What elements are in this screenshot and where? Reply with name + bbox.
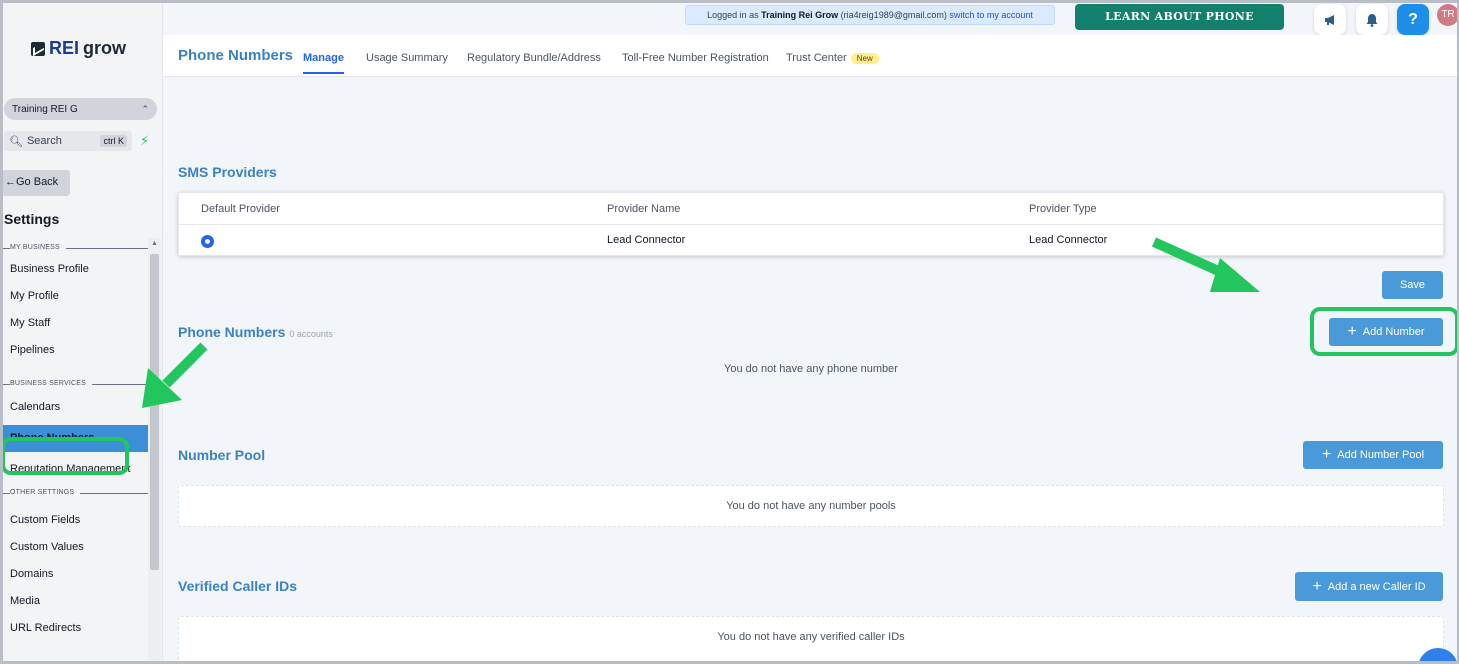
add-caller-id-button[interactable]: + Add a new Caller ID [1295,572,1443,601]
tab-regulatory-bundle[interactable]: Regulatory Bundle/Address [467,52,601,64]
sidebar-scrollbar[interactable]: ▲ [148,238,161,664]
sidebar: REI grow Training REI G ⌃ 🔍︎ Search ctrl … [0,0,163,664]
logged-in-banner: Logged in as Training Rei Grow (ria4reig… [685,5,1055,25]
add-number-button[interactable]: + Add Number [1329,318,1443,346]
phone-numbers-count: 0 accounts [289,329,333,339]
sidebar-item-phone-numbers[interactable]: Phone Numbers [0,425,148,452]
nav-section-my-business: MY BUSINESS [0,240,148,256]
tab-trust-center[interactable]: Trust Center New [786,52,879,64]
logo-rei-text: REI [49,38,80,58]
tab-usage-summary[interactable]: Usage Summary [366,52,448,64]
col-default-provider: Default Provider [201,203,280,215]
settings-nav: MY BUSINESS Business Profile My Profile … [0,240,148,642]
tab-trust-center-label: Trust Center [786,52,847,64]
sidebar-item-calendars[interactable]: Calendars [0,394,148,421]
sidebar-item-custom-values[interactable]: Custom Values [0,534,148,561]
go-back-label: Go Back [16,176,59,188]
number-pool-empty-text: You do not have any number pools [726,500,896,512]
page-title: Phone Numbers [178,47,294,64]
save-button[interactable]: Save [1382,271,1443,299]
settings-title: Settings [4,211,60,227]
sidebar-item-my-staff[interactable]: My Staff [0,310,148,337]
sidebar-item-pipelines[interactable]: Pipelines [0,337,148,364]
bolt-icon[interactable]: ⚡︎ [140,133,149,149]
logged-in-email: (ria4reig1989@gmail.com) [840,10,947,20]
number-pool-title: Number Pool [178,447,266,463]
plus-icon: + [1321,446,1332,463]
sidebar-scroll-thumb[interactable] [150,254,159,570]
logo-chart-icon [31,41,45,56]
switch-account-link[interactable]: switch to my account [949,10,1033,20]
account-switcher[interactable]: Training REI G ⌃ [4,98,157,120]
plus-icon: + [1347,323,1357,340]
tab-toll-free-registration[interactable]: Toll-Free Number Registration [622,52,769,64]
brand-logo[interactable]: REI grow [31,38,126,59]
tab-manage[interactable]: Manage [303,52,344,74]
search-shortcut-badge: ctrl K [100,135,127,147]
go-back-button[interactable]: ←Go Back [2,170,70,196]
bell-icon [1366,13,1378,27]
nav-section-other-settings: OTHER SETTINGS [0,485,148,501]
arrow-left-icon: ← [5,176,16,188]
help-icon: ? [1408,10,1418,28]
help-button[interactable]: ? [1397,4,1429,35]
search-icon: 🔍︎ [9,135,23,148]
sidebar-item-business-profile[interactable]: Business Profile [0,256,148,283]
account-name: Training REI G [12,103,78,115]
sidebar-item-domains[interactable]: Domains [0,561,148,588]
number-pool-empty-card: You do not have any number pools [178,485,1444,527]
sidebar-item-custom-fields[interactable]: Custom Fields [0,507,148,534]
learn-phone-numbers-button[interactable]: LEARN ABOUT PHONE NUMBERS [1075,4,1284,49]
sidebar-item-url-redirects[interactable]: URL Redirects [0,615,148,642]
caller-ids-empty-text: You do not have any verified caller IDs [717,631,905,643]
page-subnav: Phone Numbers Manage Usage Summary Regul… [163,35,1459,77]
phone-numbers-empty-text: You do not have any phone number [724,363,898,375]
col-provider-type: Provider Type [1029,203,1097,215]
sms-providers-title: SMS Providers [178,164,277,180]
nav-section-business-services: BUSINESS SERVICES [0,376,148,392]
add-number-pool-button[interactable]: + Add Number Pool [1303,441,1443,469]
logged-in-name: Training Rei Grow [761,10,839,20]
logo-grow-text: grow [83,38,127,58]
plus-icon: + [1312,577,1322,595]
sidebar-item-my-profile[interactable]: My Profile [0,283,148,310]
provider-name-cell: Lead Connector [607,234,686,246]
provider-type-cell: Lead Connector [1029,234,1108,246]
megaphone-icon [1325,14,1334,25]
sidebar-item-reputation-management[interactable]: Reputation Management [0,456,148,483]
announcements-button[interactable] [1314,4,1346,35]
sms-providers-table: Default Provider Provider Name Provider … [178,192,1444,256]
col-provider-name: Provider Name [607,203,681,215]
chevron-updown-icon: ⌃ [141,103,149,114]
sidebar-item-media[interactable]: Media [0,588,148,615]
new-badge: New [850,53,879,64]
avatar[interactable]: TR [1437,4,1459,26]
search-placeholder: Search [26,135,62,147]
notifications-button[interactable] [1356,4,1388,35]
phone-numbers-title: Phone Numbers 0 accounts [178,324,333,340]
search-input[interactable]: 🔍︎ Search ctrl K [4,131,132,151]
radio-selected-icon[interactable] [201,235,214,248]
caller-ids-title: Verified Caller IDs [178,578,298,594]
scroll-up-icon[interactable]: ▲ [151,240,158,247]
caller-ids-empty-card: You do not have any verified caller IDs [178,616,1444,664]
